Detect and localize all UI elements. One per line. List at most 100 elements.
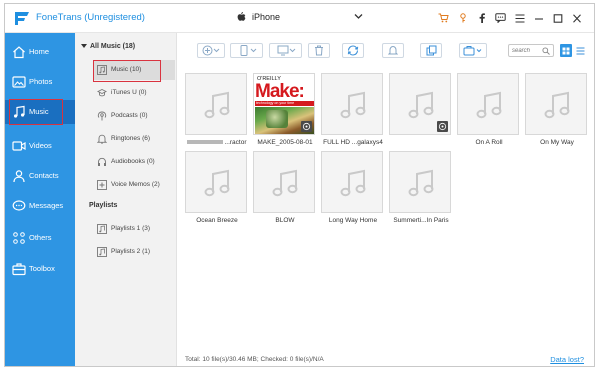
device-selector[interactable]: iPhone	[237, 12, 280, 22]
playlist-item[interactable]: Playlists 2 (1)	[93, 242, 175, 262]
list-view-button[interactable]	[574, 44, 586, 57]
home-icon	[13, 46, 25, 59]
track-name: FULL HD ...galaxys4	[323, 139, 383, 146]
grid-view-icon	[562, 47, 570, 54]
device-export-icon	[240, 45, 256, 56]
playlist-item[interactable]: Playlists 1 (3)	[93, 219, 175, 239]
close-icon[interactable]	[567, 11, 586, 25]
track-tile[interactable]: Ocean Breeze	[185, 151, 249, 224]
window-controls	[434, 11, 586, 25]
refresh-button[interactable]	[342, 43, 364, 58]
delete-button[interactable]	[308, 43, 330, 58]
toolbar	[177, 33, 594, 67]
track-tile[interactable]: Summerti...In Paris	[389, 151, 453, 224]
facebook-icon[interactable]	[472, 11, 491, 25]
category-podcasts[interactable]: Podcasts (0)	[93, 106, 175, 126]
music-note-icon	[204, 169, 230, 197]
chevron-down-icon[interactable]	[354, 13, 363, 20]
contacts-icon	[13, 170, 25, 183]
sidebar-item-label: Photos	[29, 77, 53, 86]
feedback-icon[interactable]	[491, 11, 510, 25]
category-ringtones[interactable]: Ringtones (6)	[93, 129, 175, 149]
track-tile[interactable]: BLOW	[253, 151, 317, 224]
status-text: Total: 10 file(s)/30.46 MB; Checked: 0 f…	[185, 356, 324, 363]
briefcase-icon	[463, 46, 482, 56]
sidebar-item-label: Contacts	[29, 171, 59, 180]
sidebar-item-photos[interactable]: Photos	[5, 70, 75, 94]
track-name: BLOW	[275, 217, 295, 224]
sidebar-item-contacts[interactable]: Contacts	[5, 164, 75, 188]
videos-icon	[12, 141, 26, 151]
track-tile[interactable]: O'REILLY Make: technology on your time M…	[253, 73, 317, 146]
bell-icon	[388, 45, 398, 55]
category-itunes-u[interactable]: iTunes U (0)	[93, 83, 175, 103]
app-title: FoneTrans (Unregistered)	[36, 12, 145, 23]
track-tile[interactable]	[389, 73, 453, 139]
sidebar-item-home[interactable]: Home	[5, 40, 75, 64]
track-tile[interactable]: ...ractor	[185, 73, 249, 146]
track-tile[interactable]: On My Way	[525, 73, 589, 146]
voice-memo-icon	[97, 180, 107, 190]
track-thumbnail	[389, 151, 451, 213]
sidebar-item-videos[interactable]: Videos	[5, 134, 75, 158]
track-thumbnail	[457, 73, 519, 135]
all-music-header[interactable]: All Music (18)	[81, 43, 135, 50]
highlight-box	[9, 99, 63, 125]
music-note-icon	[204, 91, 230, 119]
cover-photo-detail	[266, 110, 288, 128]
search-icon[interactable]	[542, 47, 550, 55]
category-label: Voice Memos (2)	[111, 181, 160, 188]
category-label: Audiobooks (0)	[111, 158, 155, 165]
sidebar-item-toolbox[interactable]: Toolbox	[5, 257, 75, 281]
key-icon[interactable]	[453, 11, 472, 25]
track-tile[interactable]: FULL HD ...galaxys4	[321, 73, 385, 146]
export-to-pc-button[interactable]	[269, 43, 302, 58]
bell-icon	[97, 134, 107, 144]
ringtone-maker-button[interactable]	[382, 43, 404, 58]
device-badge-icon	[437, 121, 448, 132]
cart-icon[interactable]	[434, 11, 453, 25]
add-button[interactable]	[197, 43, 225, 58]
playlist-icon	[97, 247, 107, 257]
category-voice-memos[interactable]: Voice Memos (2)	[93, 175, 175, 195]
track-name: Long Way Home	[328, 217, 378, 224]
minimize-icon[interactable]	[529, 11, 548, 25]
highlight-box	[93, 60, 161, 82]
music-note-icon	[544, 91, 570, 119]
sidebar-item-others[interactable]: Others	[5, 226, 75, 250]
device-name: iPhone	[252, 12, 281, 22]
toolbox-dropdown-button[interactable]	[459, 43, 487, 58]
trash-icon	[315, 45, 323, 56]
track-tile[interactable]: Long Way Home	[321, 151, 385, 224]
track-thumbnail	[185, 73, 247, 135]
refresh-icon	[347, 45, 359, 56]
track-name: MAKE_2005-08-01	[257, 139, 313, 146]
music-note-icon	[340, 169, 366, 197]
music-note-icon	[408, 91, 434, 119]
track-name: ...ractor	[185, 139, 249, 146]
music-note-icon	[340, 91, 366, 119]
menu-icon[interactable]	[510, 11, 529, 25]
sidebar-item-label: Messages	[29, 201, 64, 210]
photos-icon	[12, 76, 26, 88]
search-input[interactable]	[512, 46, 540, 56]
add-icon	[202, 45, 220, 56]
track-tile[interactable]: On A Roll	[457, 73, 521, 146]
music-note-icon	[272, 169, 298, 197]
maximize-icon[interactable]	[548, 11, 567, 25]
copy-icon	[426, 45, 436, 56]
sidebar-item-messages[interactable]: Messages	[5, 194, 75, 218]
cover-brand: Make:	[255, 81, 305, 102]
track-name: On A Roll	[475, 139, 503, 146]
grid-view-button[interactable]	[560, 44, 572, 57]
toolbox-icon	[12, 263, 26, 276]
playlist-label: Playlists 1 (3)	[111, 225, 151, 232]
track-thumbnail	[389, 73, 451, 135]
track-thumbnail	[185, 151, 247, 213]
copy-button[interactable]	[420, 43, 442, 58]
cover-tagline: technology on your time	[255, 101, 314, 106]
category-audiobooks[interactable]: Audiobooks (0)	[93, 152, 175, 172]
data-lost-link[interactable]: Data lost?	[550, 355, 584, 364]
export-to-device-button[interactable]	[230, 43, 263, 58]
status-bar: Total: 10 file(s)/30.46 MB; Checked: 0 f…	[177, 351, 594, 366]
